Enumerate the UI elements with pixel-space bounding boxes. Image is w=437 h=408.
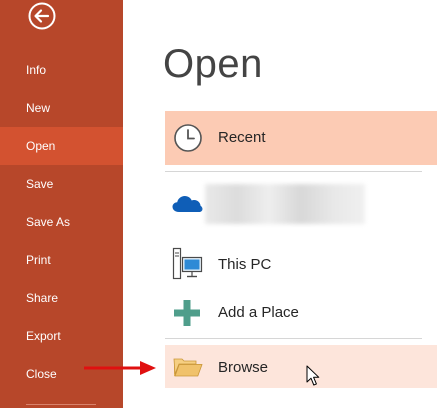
place-add-a-place-label: Add a Place xyxy=(218,304,299,321)
onedrive-account-name-redacted xyxy=(205,184,365,224)
divider xyxy=(165,171,422,172)
place-onedrive[interactable] xyxy=(165,180,437,226)
place-this-pc-label: This PC xyxy=(218,256,272,273)
nav-item-export[interactable]: Export xyxy=(0,317,123,355)
place-browse[interactable]: Browse xyxy=(165,345,437,388)
back-arrow-icon xyxy=(28,2,56,30)
sidebar-divider xyxy=(26,404,96,405)
place-recent-label: Recent xyxy=(218,129,266,146)
nav-item-info[interactable]: Info xyxy=(0,51,123,89)
folder-icon xyxy=(173,356,203,383)
nav-item-print[interactable]: Print xyxy=(0,241,123,279)
annotation-arrow xyxy=(84,361,156,375)
place-add-a-place[interactable]: Add a Place xyxy=(165,292,437,334)
nav-item-open[interactable]: Open xyxy=(0,127,123,165)
nav-item-save-as[interactable]: Save As xyxy=(0,203,123,241)
nav-item-save[interactable]: Save xyxy=(0,165,123,203)
clock-icon xyxy=(172,122,204,159)
nav-item-share[interactable]: Share xyxy=(0,279,123,317)
back-button[interactable] xyxy=(26,0,58,32)
plus-icon xyxy=(174,300,200,331)
mouse-cursor-icon xyxy=(306,365,320,386)
backstage-sidebar: Info New Open Save Save As Print Share E… xyxy=(0,0,123,408)
nav-item-new[interactable]: New xyxy=(0,89,123,127)
divider xyxy=(165,338,422,339)
computer-icon xyxy=(172,247,204,286)
place-browse-label: Browse xyxy=(218,359,269,376)
place-this-pc[interactable]: This PC xyxy=(165,243,437,287)
page-title: Open xyxy=(163,42,263,86)
place-recent[interactable]: Recent xyxy=(165,111,437,165)
onedrive-cloud-icon xyxy=(171,194,203,219)
